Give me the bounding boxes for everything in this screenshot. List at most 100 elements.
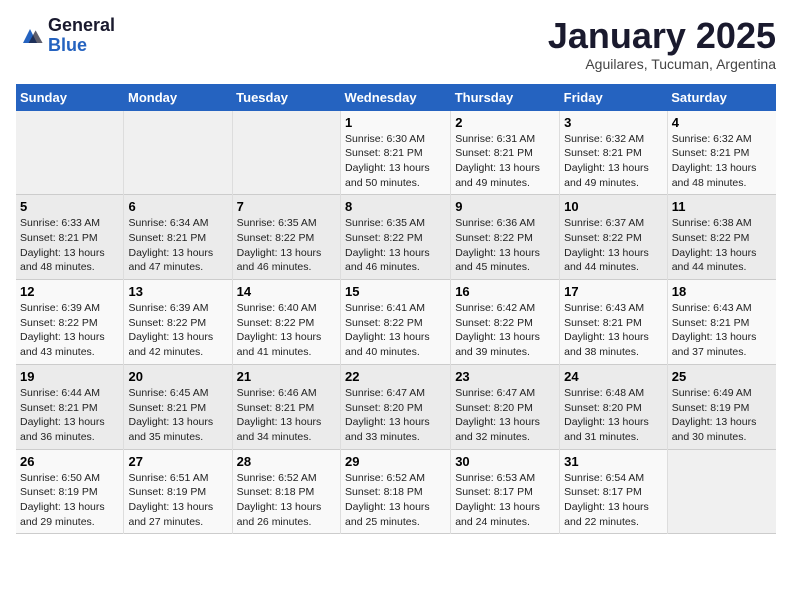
day-number: 10 — [564, 199, 663, 214]
calendar-cell: 13 Sunrise: 6:39 AM Sunset: 8:22 PM Dayli… — [124, 280, 232, 365]
day-of-week-header: Saturday — [667, 84, 776, 111]
day-info: Sunrise: 6:30 AM Sunset: 8:21 PM Dayligh… — [345, 132, 446, 191]
day-info: Sunrise: 6:44 AM Sunset: 8:21 PM Dayligh… — [20, 386, 119, 445]
day-number: 16 — [455, 284, 555, 299]
calendar-cell: 30Sunrise: 6:53 AM Sunset: 8:17 PM Dayli… — [451, 449, 560, 534]
day-number: 31 — [564, 454, 663, 469]
day-number: 2 — [455, 115, 555, 130]
location-subtitle: Aguilares, Tucuman, Argentina — [548, 56, 776, 72]
day-info: Sunrise: 6:48 AM Sunset: 8:20 PM Dayligh… — [564, 386, 663, 445]
calendar-cell: 5 Sunrise: 6:33 AM Sunset: 8:21 PM Daylig… — [16, 195, 124, 280]
day-info: Sunrise: 6:47 AM Sunset: 8:20 PM Dayligh… — [345, 386, 446, 445]
day-number: 12 — [20, 284, 119, 299]
calendar-cell: 31 Sunrise: 6:54 AM Sunset: 8:17 PM Dayli… — [560, 449, 668, 534]
calendar-week-row: 5 Sunrise: 6:33 AM Sunset: 8:21 PM Daylig… — [16, 195, 776, 280]
day-info: Sunrise: 6:40 AM Sunset: 8:22 PM Dayligh… — [237, 301, 336, 360]
logo-text: General Blue — [48, 16, 115, 56]
day-number: 25 — [672, 369, 772, 384]
calendar-week-row: 1 Sunrise: 6:30 AM Sunset: 8:21 PM Daylig… — [16, 111, 776, 195]
day-info: Sunrise: 6:47 AM Sunset: 8:20 PM Dayligh… — [455, 386, 555, 445]
calendar-cell — [16, 111, 124, 195]
day-info: Sunrise: 6:33 AM Sunset: 8:21 PM Dayligh… — [20, 216, 119, 275]
calendar-cell: 15Sunrise: 6:41 AM Sunset: 8:22 PM Dayli… — [341, 280, 451, 365]
day-number: 11 — [672, 199, 772, 214]
day-number: 14 — [237, 284, 336, 299]
calendar-cell — [124, 111, 232, 195]
day-info: Sunrise: 6:39 AM Sunset: 8:22 PM Dayligh… — [128, 301, 227, 360]
day-number: 27 — [128, 454, 227, 469]
calendar-cell: 12 Sunrise: 6:39 AM Sunset: 8:22 PM Dayli… — [16, 280, 124, 365]
day-info: Sunrise: 6:35 AM Sunset: 8:22 PM Dayligh… — [237, 216, 336, 275]
day-info: Sunrise: 6:54 AM Sunset: 8:17 PM Dayligh… — [564, 471, 663, 530]
day-number: 1 — [345, 115, 446, 130]
day-info: Sunrise: 6:45 AM Sunset: 8:21 PM Dayligh… — [128, 386, 227, 445]
day-info: Sunrise: 6:51 AM Sunset: 8:19 PM Dayligh… — [128, 471, 227, 530]
calendar-cell: 6 Sunrise: 6:34 AM Sunset: 8:21 PM Daylig… — [124, 195, 232, 280]
calendar-cell: 2 Sunrise: 6:31 AM Sunset: 8:21 PM Daylig… — [451, 111, 560, 195]
calendar-cell: 18Sunrise: 6:43 AM Sunset: 8:21 PM Dayli… — [667, 280, 776, 365]
day-number: 7 — [237, 199, 336, 214]
day-number: 8 — [345, 199, 446, 214]
day-info: Sunrise: 6:36 AM Sunset: 8:22 PM Dayligh… — [455, 216, 555, 275]
logo: General Blue — [16, 16, 115, 56]
day-info: Sunrise: 6:32 AM Sunset: 8:21 PM Dayligh… — [672, 132, 772, 191]
day-info: Sunrise: 6:31 AM Sunset: 8:21 PM Dayligh… — [455, 132, 555, 191]
calendar-cell: 9 Sunrise: 6:36 AM Sunset: 8:22 PM Daylig… — [451, 195, 560, 280]
day-of-week-header: Sunday — [16, 84, 124, 111]
day-info: Sunrise: 6:42 AM Sunset: 8:22 PM Dayligh… — [455, 301, 555, 360]
day-info: Sunrise: 6:49 AM Sunset: 8:19 PM Dayligh… — [672, 386, 772, 445]
day-number: 15 — [345, 284, 446, 299]
calendar-cell: 17 Sunrise: 6:43 AM Sunset: 8:21 PM Dayli… — [560, 280, 668, 365]
logo-blue: Blue — [48, 36, 115, 56]
day-info: Sunrise: 6:43 AM Sunset: 8:21 PM Dayligh… — [672, 301, 772, 360]
calendar-header-row: SundayMondayTuesdayWednesdayThursdayFrid… — [16, 84, 776, 111]
calendar-cell: 22Sunrise: 6:47 AM Sunset: 8:20 PM Dayli… — [341, 364, 451, 449]
calendar-cell: 11 Sunrise: 6:38 AM Sunset: 8:22 PM Dayli… — [667, 195, 776, 280]
calendar-cell — [232, 111, 340, 195]
day-info: Sunrise: 6:32 AM Sunset: 8:21 PM Dayligh… — [564, 132, 663, 191]
day-number: 9 — [455, 199, 555, 214]
day-number: 21 — [237, 369, 336, 384]
day-info: Sunrise: 6:50 AM Sunset: 8:19 PM Dayligh… — [20, 471, 119, 530]
calendar-table: SundayMondayTuesdayWednesdayThursdayFrid… — [16, 84, 776, 535]
calendar-cell: 25 Sunrise: 6:49 AM Sunset: 8:19 PM Dayli… — [667, 364, 776, 449]
calendar-cell: 3Sunrise: 6:32 AM Sunset: 8:21 PM Daylig… — [560, 111, 668, 195]
day-number: 17 — [564, 284, 663, 299]
day-number: 5 — [20, 199, 119, 214]
calendar-cell: 26 Sunrise: 6:50 AM Sunset: 8:19 PM Dayli… — [16, 449, 124, 534]
calendar-cell: 28Sunrise: 6:52 AM Sunset: 8:18 PM Dayli… — [232, 449, 340, 534]
day-info: Sunrise: 6:53 AM Sunset: 8:17 PM Dayligh… — [455, 471, 555, 530]
day-info: Sunrise: 6:35 AM Sunset: 8:22 PM Dayligh… — [345, 216, 446, 275]
day-info: Sunrise: 6:37 AM Sunset: 8:22 PM Dayligh… — [564, 216, 663, 275]
calendar-cell: 1 Sunrise: 6:30 AM Sunset: 8:21 PM Daylig… — [341, 111, 451, 195]
day-number: 19 — [20, 369, 119, 384]
day-info: Sunrise: 6:34 AM Sunset: 8:21 PM Dayligh… — [128, 216, 227, 275]
day-number: 26 — [20, 454, 119, 469]
day-info: Sunrise: 6:39 AM Sunset: 8:22 PM Dayligh… — [20, 301, 119, 360]
title-block: January 2025 Aguilares, Tucuman, Argenti… — [548, 16, 776, 72]
day-of-week-header: Wednesday — [341, 84, 451, 111]
day-number: 13 — [128, 284, 227, 299]
calendar-cell: 20Sunrise: 6:45 AM Sunset: 8:21 PM Dayli… — [124, 364, 232, 449]
calendar-cell: 29Sunrise: 6:52 AM Sunset: 8:18 PM Dayli… — [341, 449, 451, 534]
day-info: Sunrise: 6:38 AM Sunset: 8:22 PM Dayligh… — [672, 216, 772, 275]
day-number: 4 — [672, 115, 772, 130]
calendar-cell: 14 Sunrise: 6:40 AM Sunset: 8:22 PM Dayli… — [232, 280, 340, 365]
calendar-cell: 7 Sunrise: 6:35 AM Sunset: 8:22 PM Daylig… — [232, 195, 340, 280]
logo-general: General — [48, 16, 115, 36]
day-info: Sunrise: 6:52 AM Sunset: 8:18 PM Dayligh… — [345, 471, 446, 530]
calendar-week-row: 19 Sunrise: 6:44 AM Sunset: 8:21 PM Dayli… — [16, 364, 776, 449]
calendar-cell: 4 Sunrise: 6:32 AM Sunset: 8:21 PM Daylig… — [667, 111, 776, 195]
day-number: 24 — [564, 369, 663, 384]
day-info: Sunrise: 6:43 AM Sunset: 8:21 PM Dayligh… — [564, 301, 663, 360]
calendar-week-row: 12 Sunrise: 6:39 AM Sunset: 8:22 PM Dayli… — [16, 280, 776, 365]
day-number: 6 — [128, 199, 227, 214]
day-of-week-header: Thursday — [451, 84, 560, 111]
month-title: January 2025 — [548, 16, 776, 56]
day-of-week-header: Friday — [560, 84, 668, 111]
calendar-cell: 19 Sunrise: 6:44 AM Sunset: 8:21 PM Dayli… — [16, 364, 124, 449]
calendar-cell: 27 Sunrise: 6:51 AM Sunset: 8:19 PM Dayli… — [124, 449, 232, 534]
calendar-cell: 24 Sunrise: 6:48 AM Sunset: 8:20 PM Dayli… — [560, 364, 668, 449]
day-number: 23 — [455, 369, 555, 384]
day-info: Sunrise: 6:52 AM Sunset: 8:18 PM Dayligh… — [237, 471, 336, 530]
